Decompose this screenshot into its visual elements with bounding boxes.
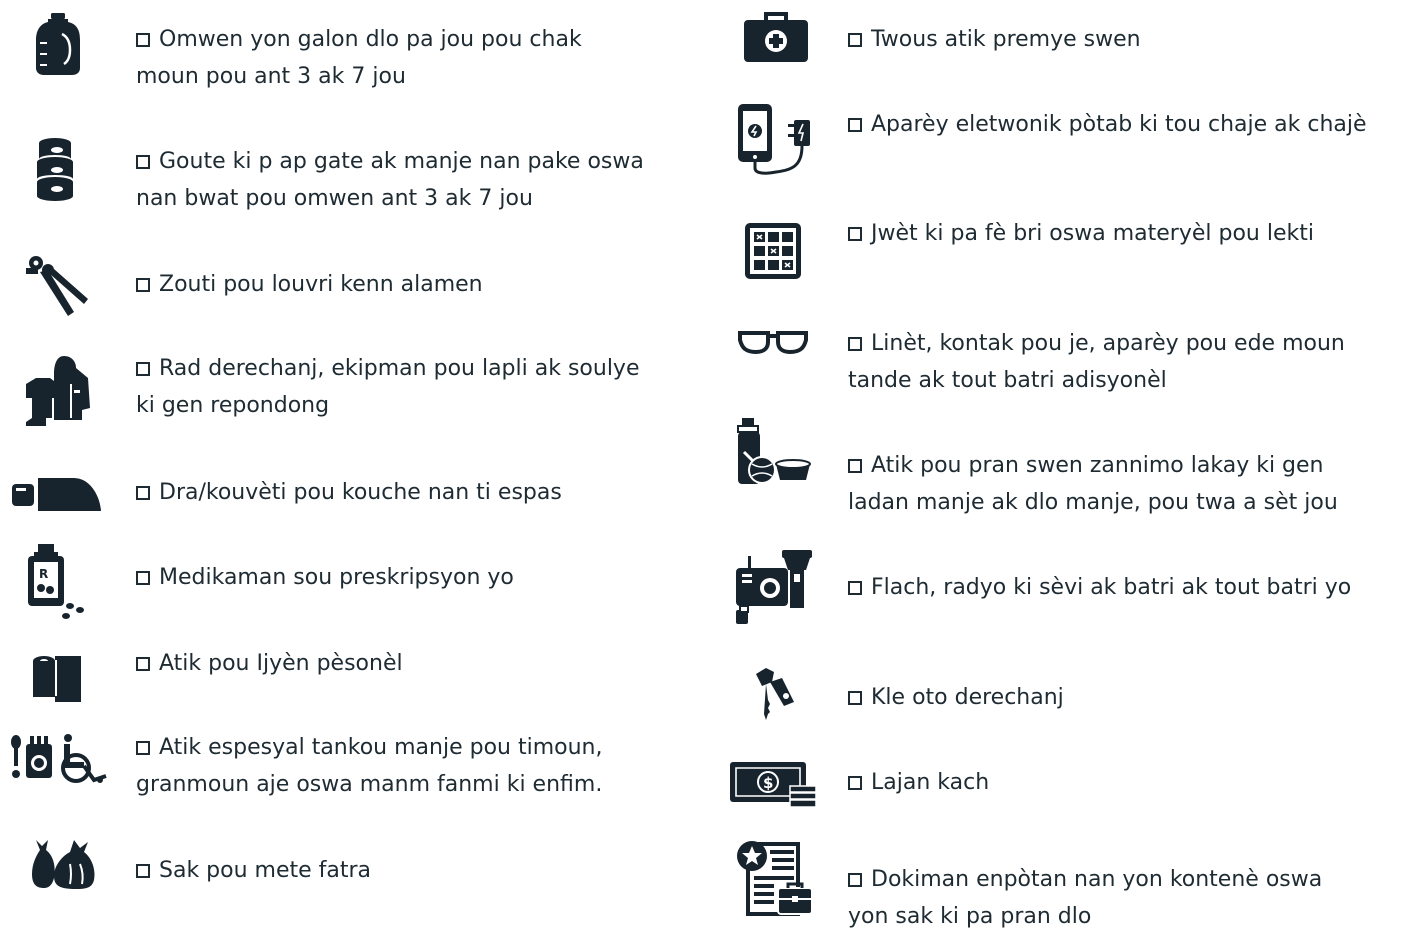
item-text-continuation: moun pou ant 3 ak 7 jou [136, 64, 406, 89]
checkbox[interactable] [136, 33, 150, 47]
cash-icon: $ [730, 762, 816, 808]
checkbox[interactable] [136, 741, 150, 755]
item-text: Medikaman sou preskripsyon yo [159, 565, 514, 590]
item-text: Zouti pou louvri kenn alamen [159, 272, 483, 297]
item-text-line: Rad derechanj, ekipman pou lapli ak soul… [136, 350, 640, 387]
checkbox[interactable] [848, 459, 862, 473]
checkbox[interactable] [848, 227, 862, 241]
trash-bags-icon [32, 840, 95, 889]
item-text-line: Dokiman enpòtan nan yon kontenè oswa [848, 861, 1322, 898]
special-needs-icon [11, 734, 107, 783]
item-text-continuation: yon sak ki pa pran dlo [848, 904, 1092, 929]
item-text-continuation: nan bwat pou omwen ant 3 ak 7 jou [136, 186, 533, 211]
item-text-line: Goute ki p ap gate ak manje nan pake osw… [136, 143, 644, 180]
checkbox[interactable] [848, 33, 862, 47]
item-text-line: Flach, radyo ki sèvi ak batri ak tout ba… [848, 569, 1351, 606]
canned-food-icon [37, 138, 73, 201]
item-text-line: Twous atik premye swen [848, 21, 1141, 58]
item-text: Dra/kouvèti pou kouche nan ti espas [159, 480, 562, 505]
item-text: Kle oto derechanj [871, 685, 1064, 710]
item-text: Flach, radyo ki sèvi ak batri ak tout ba… [871, 575, 1352, 600]
checkbox[interactable] [848, 776, 862, 790]
flashlight-radio-icon [736, 550, 812, 624]
car-keys-icon [756, 668, 794, 720]
phone-charger-icon [738, 104, 810, 175]
item-text-continuation: ki gen repondong [136, 393, 330, 418]
water-jug-icon [36, 13, 80, 75]
item-text-continuation: granmoun aje oswa manm fanmi ki enfim. [136, 772, 603, 797]
item-text: Aparèy eletwonik pòtab ki tou chaje ak c… [871, 112, 1367, 137]
item-text-line: Atik pou Ijyèn pèsonèl [136, 645, 403, 682]
item-text: Rad derechanj, ekipman pou lapli ak soul… [159, 356, 640, 381]
item-text: Linèt, kontak pou je, aparèy pou ede mou… [871, 331, 1345, 356]
checkbox[interactable] [848, 337, 862, 351]
checkbox[interactable] [848, 581, 862, 595]
checkbox[interactable] [136, 155, 150, 169]
checkbox[interactable] [848, 691, 862, 705]
item-text: Goute ki p ap gate ak manje nan pake osw… [159, 149, 644, 174]
item-text: Twous atik premye swen [871, 27, 1141, 52]
prescription-bottle-icon: R [28, 544, 84, 619]
checkbox[interactable] [136, 278, 150, 292]
item-text: Atik espesyal tankou manje pou timoun, [159, 735, 603, 760]
checkbox[interactable] [136, 571, 150, 585]
rain-gear-icon [26, 356, 90, 426]
checkbox[interactable] [848, 118, 862, 132]
item-text: Lajan kach [871, 770, 990, 795]
item-text-continuation: tande ak tout batri adisyonèl [848, 368, 1167, 393]
item-text-line: Atik espesyal tankou manje pou timoun, [136, 729, 602, 766]
item-text-line: Omwen yon galon dlo pa jou pou chak [136, 21, 582, 58]
item-text-continuation: ladan manje ak dlo manje, pou twa a sèt … [848, 490, 1338, 515]
item-text: Sak pou mete fatra [159, 858, 372, 883]
first-aid-kit-icon [744, 12, 808, 62]
item-text-line: Sak pou mete fatra [136, 852, 371, 889]
game-board-icon [745, 223, 801, 279]
sleeping-bag-icon [12, 478, 101, 511]
item-text: Dokiman enpòtan nan yon kontenè oswa [871, 867, 1323, 892]
checkbox[interactable] [136, 362, 150, 376]
item-text-line: Lajan kach [848, 764, 989, 801]
item-text-line: Linèt, kontak pou je, aparèy pou ede mou… [848, 325, 1345, 362]
pet-supplies-icon [737, 418, 811, 484]
svg-text:$: $ [763, 774, 773, 792]
item-text-line: Aparèy eletwonik pòtab ki tou chaje ak c… [848, 106, 1367, 143]
toilet-paper-icon [33, 656, 81, 702]
item-text-line: Zouti pou louvri kenn alamen [136, 266, 483, 303]
item-text-line: Atik pou pran swen zannimo lakay ki gen [848, 447, 1338, 484]
item-text-line: Dra/kouvèti pou kouche nan ti espas [136, 474, 562, 511]
item-text: Atik pou pran swen zannimo lakay ki gen [871, 453, 1324, 478]
checkbox[interactable] [848, 873, 862, 887]
item-text: Omwen yon galon dlo pa jou pou chak [159, 27, 582, 52]
item-text-line: Jwèt ki pa fè bri oswa materyèl pou lekt… [848, 215, 1314, 252]
item-text: Atik pou Ijyèn pèsonèl [159, 651, 403, 676]
can-opener-icon [26, 256, 88, 316]
eyeglasses-icon [738, 331, 808, 354]
item-text-line: Medikaman sou preskripsyon yo [136, 559, 514, 596]
checkbox[interactable] [136, 486, 150, 500]
checkbox[interactable] [136, 864, 150, 878]
svg-text:R: R [39, 567, 48, 581]
documents-icon [737, 841, 813, 916]
item-text: Jwèt ki pa fè bri oswa materyèl pou lekt… [871, 221, 1314, 246]
item-text-line: Kle oto derechanj [848, 679, 1064, 716]
checkbox[interactable] [136, 657, 150, 671]
